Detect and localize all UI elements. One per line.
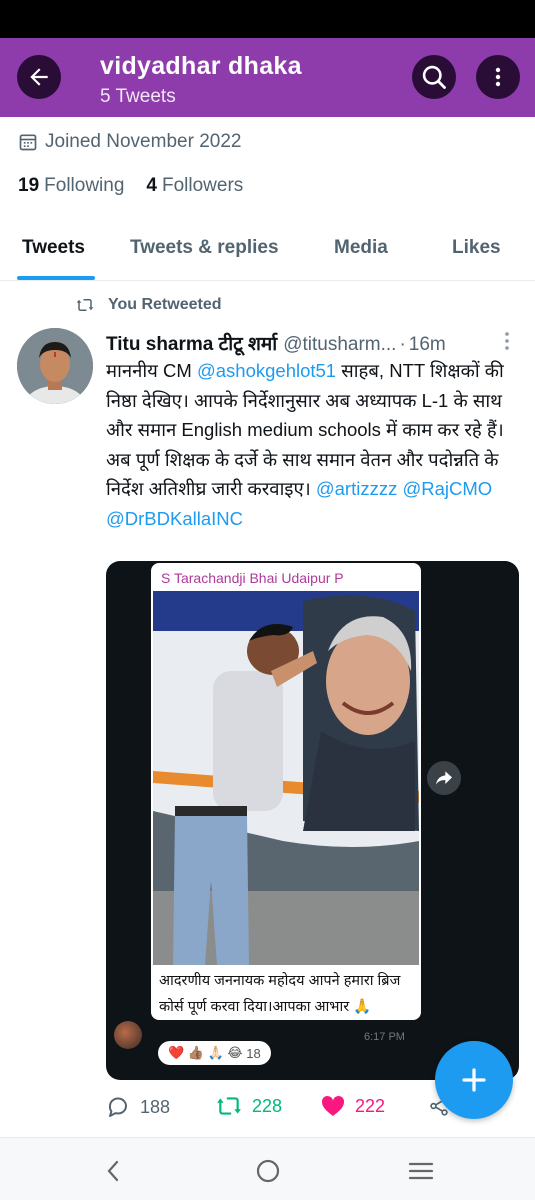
separator-dot: · xyxy=(399,334,406,355)
author-name[interactable]: Titu sharma टीटू शर्मा xyxy=(106,330,277,356)
forward-icon xyxy=(436,771,452,785)
more-options-button[interactable] xyxy=(476,55,520,99)
compose-tweet-button[interactable] xyxy=(435,1041,513,1119)
tab-likes[interactable]: Likes xyxy=(452,237,501,259)
tweet-more-button[interactable] xyxy=(500,330,514,357)
more-vertical-icon xyxy=(505,332,509,350)
menu-lines-icon xyxy=(408,1162,434,1180)
retweet-count: 228 xyxy=(252,1095,283,1116)
chat-sender: S Tarachandji Bhai Udaipur P xyxy=(161,570,344,586)
like-button[interactable]: 222 xyxy=(321,1095,385,1117)
tweet-text: माननीय CM @ashokgehlot51 साहब, NTT शिक्ष… xyxy=(106,356,520,533)
profile-header: vidyadhar dhaka 5 Tweets xyxy=(0,38,535,117)
reaction-emojis: ❤️ 👍🏽 🙏🏻 😂 xyxy=(168,1045,243,1060)
back-button[interactable] xyxy=(17,55,61,99)
tab-tweets-replies[interactable]: Tweets & replies xyxy=(130,237,279,259)
nav-recents-button[interactable] xyxy=(406,1156,436,1186)
tweet-count: 5 Tweets xyxy=(100,86,176,107)
plus-icon xyxy=(462,1068,486,1092)
followers-count: 4 xyxy=(146,175,157,196)
mention-link[interactable]: @artizzzz xyxy=(316,478,397,499)
chat-photo xyxy=(153,591,419,965)
reply-count: 188 xyxy=(140,1096,171,1117)
search-button[interactable] xyxy=(412,55,456,99)
arrow-left-icon xyxy=(30,68,48,86)
chat-avatar xyxy=(114,1021,142,1049)
following-link[interactable]: 19 Following xyxy=(18,175,124,197)
author-handle[interactable]: @titusharm... xyxy=(283,334,396,356)
retweet-icon xyxy=(217,1097,241,1115)
chat-time: 6:17 PM xyxy=(364,1031,405,1043)
following-count: 19 xyxy=(18,175,40,196)
chat-reactions: ❤️ 👍🏽 🙏🏻 😂 18 xyxy=(158,1041,271,1065)
reply-icon xyxy=(108,1097,127,1117)
reply-button[interactable]: 188 xyxy=(106,1095,170,1119)
mention-link[interactable]: @ashokgehlot51 xyxy=(197,360,336,381)
tweet-text-part: माननीय CM xyxy=(106,360,197,381)
reaction-count: 18 xyxy=(246,1045,261,1061)
followers-link[interactable]: 4 Followers xyxy=(146,175,243,197)
mention-link[interactable]: @RajCMO xyxy=(402,478,492,499)
nav-home-button[interactable] xyxy=(253,1156,283,1186)
search-icon xyxy=(422,65,446,89)
system-navigation-bar xyxy=(0,1137,535,1200)
calendar-icon xyxy=(19,134,37,151)
tweet-time: 16m xyxy=(408,334,446,355)
mention-link[interactable]: @DrBDKallaINC xyxy=(106,508,243,529)
heart-icon xyxy=(321,1095,345,1116)
forward-button xyxy=(427,761,461,795)
profile-tabs: Tweets Tweets & replies Media Likes xyxy=(0,225,535,281)
retweet-label: You Retweeted xyxy=(108,296,222,313)
circle-home-icon xyxy=(256,1159,280,1183)
tab-tweets[interactable]: Tweets xyxy=(22,237,85,259)
retweet-context: You Retweeted xyxy=(76,296,222,314)
joined-date: Joined November 2022 xyxy=(18,131,241,153)
retweet-icon xyxy=(76,299,94,311)
tweet-media-image[interactable]: S Tarachandji Bhai Udaipur P आदरणीय जनना… xyxy=(106,561,519,1080)
tweet-author-row: Titu sharma टीटू शर्मा @titusharm... · 1… xyxy=(106,330,516,356)
active-tab-indicator xyxy=(17,276,95,280)
more-vertical-icon xyxy=(495,67,501,87)
status-bar xyxy=(0,0,535,38)
author-avatar[interactable] xyxy=(17,328,93,404)
profile-name: vidyadhar dhaka xyxy=(100,52,302,80)
joined-text: Joined November 2022 xyxy=(45,131,242,152)
like-count: 222 xyxy=(355,1095,386,1116)
nav-back-button[interactable] xyxy=(98,1156,128,1186)
followers-label: Followers xyxy=(161,175,244,196)
chat-caption: आदरणीय जननायक महोदय आपने हमारा ब्रिज कोर… xyxy=(159,973,401,1015)
tab-media[interactable]: Media xyxy=(334,237,388,259)
following-label: Following xyxy=(44,175,125,196)
chevron-left-icon xyxy=(107,1160,119,1182)
chat-bubble: S Tarachandji Bhai Udaipur P आदरणीय जनना… xyxy=(151,563,421,1020)
follow-stats: 19 Following 4 Followers xyxy=(18,175,265,197)
retweet-button[interactable]: 228 xyxy=(216,1095,282,1117)
